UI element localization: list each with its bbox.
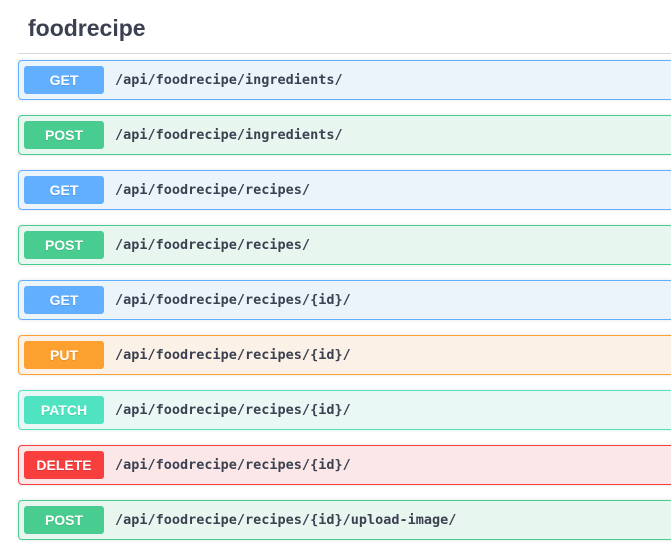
operation-get-ingredients[interactable]: GET /api/foodrecipe/ingredients/ <box>18 60 671 100</box>
operation-patch-recipe[interactable]: PATCH /api/foodrecipe/recipes/{id}/ <box>18 390 671 430</box>
method-badge: POST <box>24 121 104 149</box>
method-badge: PUT <box>24 341 104 369</box>
method-badge: PATCH <box>24 396 104 424</box>
operation-path: /api/foodrecipe/recipes/ <box>115 182 311 198</box>
operation-path: /api/foodrecipe/recipes/ <box>115 237 311 253</box>
tag-section-header[interactable]: foodrecipe <box>18 0 671 54</box>
operation-path: /api/foodrecipe/recipes/{id}/ <box>115 402 351 418</box>
operation-post-ingredients[interactable]: POST /api/foodrecipe/ingredients/ <box>18 115 671 155</box>
operation-post-upload-image[interactable]: POST /api/foodrecipe/recipes/{id}/upload… <box>18 500 671 540</box>
method-badge: GET <box>24 176 104 204</box>
operation-path: /api/foodrecipe/recipes/{id}/ <box>115 292 351 308</box>
tag-title: foodrecipe <box>28 15 146 41</box>
operations-list: GET /api/foodrecipe/ingredients/ POST /a… <box>18 60 671 555</box>
operation-path: /api/foodrecipe/ingredients/ <box>115 72 343 88</box>
operation-path: /api/foodrecipe/ingredients/ <box>115 127 343 143</box>
operation-delete-recipe[interactable]: DELETE /api/foodrecipe/recipes/{id}/ <box>18 445 671 485</box>
operation-post-recipes[interactable]: POST /api/foodrecipe/recipes/ <box>18 225 671 265</box>
method-badge: GET <box>24 286 104 314</box>
method-badge: GET <box>24 66 104 94</box>
method-badge: POST <box>24 506 104 534</box>
operation-put-recipe[interactable]: PUT /api/foodrecipe/recipes/{id}/ <box>18 335 671 375</box>
operation-path: /api/foodrecipe/recipes/{id}/upload-imag… <box>115 512 457 528</box>
method-badge: POST <box>24 231 104 259</box>
operation-path: /api/foodrecipe/recipes/{id}/ <box>115 457 351 473</box>
operation-get-recipes[interactable]: GET /api/foodrecipe/recipes/ <box>18 170 671 210</box>
operation-get-recipe-by-id[interactable]: GET /api/foodrecipe/recipes/{id}/ <box>18 280 671 320</box>
operation-path: /api/foodrecipe/recipes/{id}/ <box>115 347 351 363</box>
method-badge: DELETE <box>24 451 104 479</box>
